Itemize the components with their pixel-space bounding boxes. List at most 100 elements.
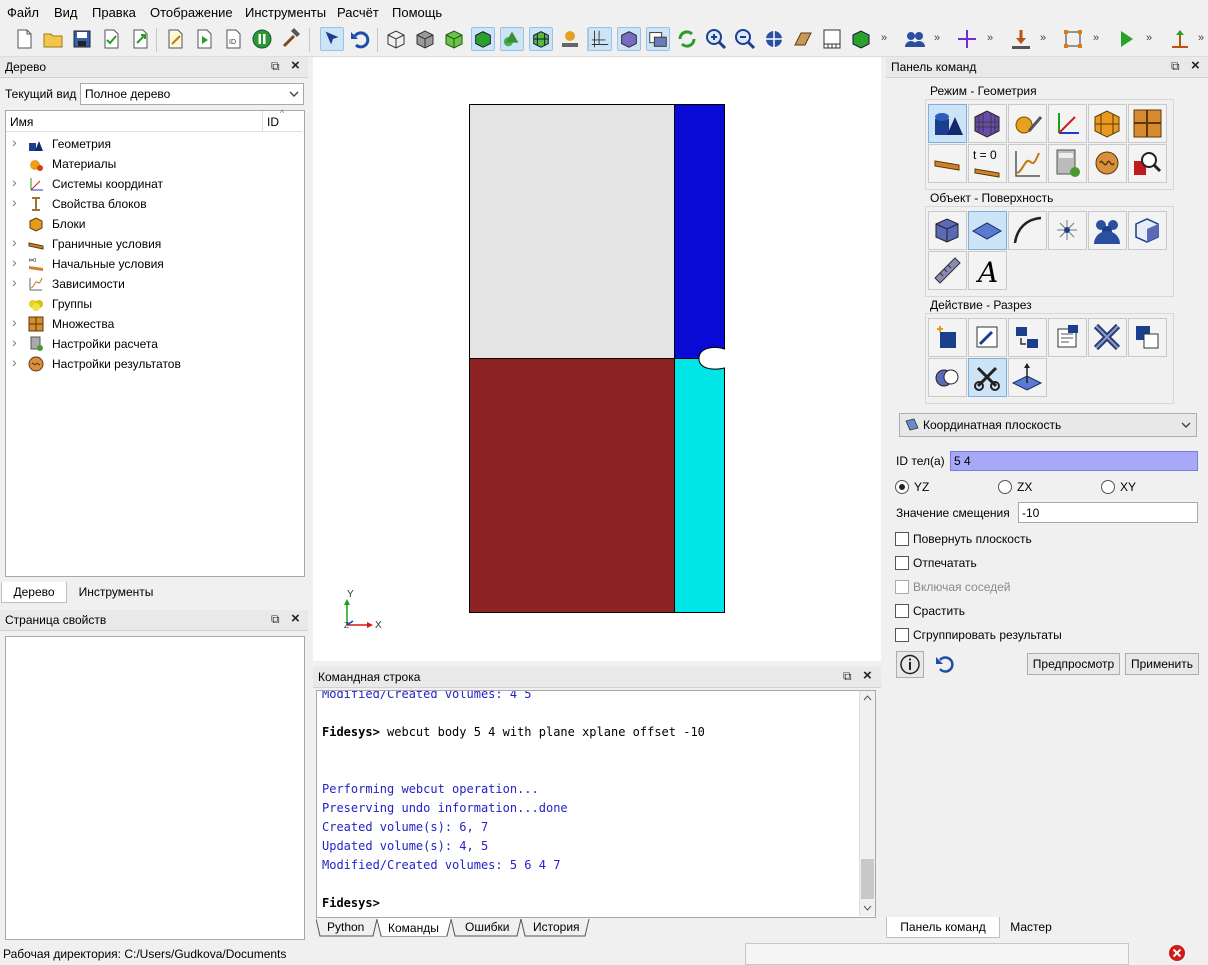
- undo-icon[interactable]: [348, 27, 372, 51]
- view-surface-icon[interactable]: [500, 27, 524, 51]
- mode-inspect-button[interactable]: [1128, 144, 1167, 183]
- action-boolean-button[interactable]: [928, 358, 967, 397]
- command-output[interactable]: Modified/Created volumes: 4 5 Fidesys> we…: [316, 690, 876, 918]
- cmd-scrollbar[interactable]: [859, 691, 875, 916]
- close-icon[interactable]: ×: [291, 57, 300, 74]
- tab-wizard[interactable]: Мастер: [1000, 917, 1062, 937]
- merge-checkbox[interactable]: [895, 604, 909, 618]
- object-group-button[interactable]: [1088, 211, 1127, 250]
- expand-arrow-icon[interactable]: ›: [12, 334, 17, 350]
- expand-arrow-icon[interactable]: ›: [12, 234, 17, 250]
- hammer-icon[interactable]: [279, 27, 303, 51]
- imprint-checkbox[interactable]: [895, 556, 909, 570]
- object-vertex-button[interactable]: [1048, 211, 1087, 250]
- groups-toolbar-icon[interactable]: [903, 27, 927, 51]
- scroll-thumb[interactable]: [861, 859, 874, 899]
- mesh-view-icon[interactable]: [529, 27, 553, 51]
- expand-arrow-icon[interactable]: ›: [12, 174, 17, 190]
- col-name[interactable]: Имя: [10, 115, 33, 129]
- mode-ic-button[interactable]: t = 0: [968, 144, 1007, 183]
- float-icon[interactable]: ⧉: [1171, 59, 1180, 74]
- offset-input[interactable]: -10: [1018, 502, 1198, 523]
- object-curve-button[interactable]: [1008, 211, 1047, 250]
- plane-type-select[interactable]: Координатная плоскость: [899, 413, 1197, 437]
- tab-history[interactable]: История: [533, 920, 580, 934]
- expand-arrow-icon[interactable]: ›: [12, 354, 17, 370]
- tree-item[interactable]: › Настройки расчета: [6, 334, 302, 354]
- load-icon[interactable]: [1009, 27, 1033, 51]
- object-measure-button[interactable]: [928, 251, 967, 290]
- run-calc-icon[interactable]: [1114, 27, 1138, 51]
- mode-geometry-button[interactable]: [928, 104, 967, 143]
- reset-icon[interactable]: [933, 652, 957, 676]
- tab-python[interactable]: Python: [327, 920, 364, 934]
- menu-help[interactable]: Помощь: [392, 5, 442, 20]
- tab-tree[interactable]: Дерево: [1, 582, 67, 603]
- close-icon[interactable]: ×: [291, 610, 300, 627]
- expand-arrow-icon[interactable]: ›: [12, 274, 17, 290]
- green-cube-icon[interactable]: [849, 27, 873, 51]
- expand-arrow-icon[interactable]: ›: [12, 134, 17, 150]
- action-create-button[interactable]: [928, 318, 967, 357]
- menu-calc[interactable]: Расчёт: [337, 5, 379, 20]
- hidden-line-icon[interactable]: [413, 27, 437, 51]
- expand-arrow-icon[interactable]: ›: [12, 314, 17, 330]
- action-modify-button[interactable]: [968, 318, 1007, 357]
- mode-blocks-button[interactable]: [1088, 104, 1127, 143]
- crosshair-icon[interactable]: [955, 27, 979, 51]
- menu-file[interactable]: Файл: [7, 5, 39, 20]
- action-transform-button[interactable]: [1008, 318, 1047, 357]
- close-icon[interactable]: ×: [863, 667, 872, 684]
- tree-item[interactable]: › Системы координат: [6, 174, 302, 194]
- object-surface-button[interactable]: [968, 211, 1007, 250]
- current-view-select[interactable]: Полное дерево: [80, 83, 304, 105]
- action-plane-button[interactable]: [1008, 358, 1047, 397]
- export-icon[interactable]: [128, 27, 152, 51]
- expand-arrow-icon[interactable]: ›: [12, 194, 17, 210]
- model-icon[interactable]: [558, 27, 582, 51]
- col-id[interactable]: ID: [267, 115, 279, 129]
- radio-xy[interactable]: [1101, 480, 1115, 494]
- prism-icon[interactable]: [791, 27, 815, 51]
- menu-view[interactable]: Вид: [54, 5, 78, 20]
- select-tool-icon[interactable]: [320, 27, 344, 51]
- tree-item[interactable]: › Настройки результатов: [6, 354, 302, 374]
- import-icon[interactable]: [99, 27, 123, 51]
- save-icon[interactable]: [70, 27, 94, 51]
- menu-display[interactable]: Отображение: [150, 5, 233, 20]
- tree-item[interactable]: › Свойства блоков: [6, 194, 302, 214]
- tree-item[interactable]: › Граничные условия: [6, 234, 302, 254]
- cube-purple-icon[interactable]: [617, 27, 641, 51]
- scroll-down-icon[interactable]: [863, 905, 872, 911]
- group-results-checkbox[interactable]: [895, 628, 909, 642]
- mode-sets-button[interactable]: [1128, 104, 1167, 143]
- fit-view-icon[interactable]: [762, 27, 786, 51]
- axes-z-icon[interactable]: [1168, 27, 1192, 51]
- info-button[interactable]: [896, 651, 924, 678]
- refresh-icon[interactable]: [675, 27, 699, 51]
- menu-tools[interactable]: Инструменты: [245, 5, 326, 20]
- shaded-icon[interactable]: [442, 27, 466, 51]
- action-copy-button[interactable]: [1128, 318, 1167, 357]
- zoom-in-icon[interactable]: [704, 27, 728, 51]
- expand-arrow-icon[interactable]: ›: [12, 254, 17, 270]
- tree-view[interactable]: Имя ID ^ › Геометрия Материалы › Системы коо…: [5, 108, 305, 577]
- wireframe-icon[interactable]: [384, 27, 408, 51]
- tree-item[interactable]: › Зависимости: [6, 274, 302, 294]
- tab-commands[interactable]: Команды: [388, 921, 439, 935]
- ruler-view-icon[interactable]: [820, 27, 844, 51]
- mode-mesh-button[interactable]: [968, 104, 1007, 143]
- new-file-icon[interactable]: [12, 27, 36, 51]
- tree-item[interactable]: › Геометрия: [6, 134, 302, 154]
- close-icon[interactable]: ×: [1191, 57, 1200, 74]
- radio-yz[interactable]: [895, 480, 909, 494]
- object-body-button[interactable]: [1128, 211, 1167, 250]
- apply-button[interactable]: Применить: [1125, 653, 1199, 675]
- mode-bc-button[interactable]: [928, 144, 967, 183]
- action-properties-button[interactable]: [1048, 318, 1087, 357]
- model-canvas[interactable]: Y X Z: [313, 57, 881, 661]
- float-icon[interactable]: ⧉: [843, 669, 852, 684]
- graphics-viewport[interactable]: Y X Z: [313, 57, 881, 661]
- tree-item[interactable]: › Множества: [6, 314, 302, 334]
- tree-item[interactable]: Группы: [6, 294, 302, 314]
